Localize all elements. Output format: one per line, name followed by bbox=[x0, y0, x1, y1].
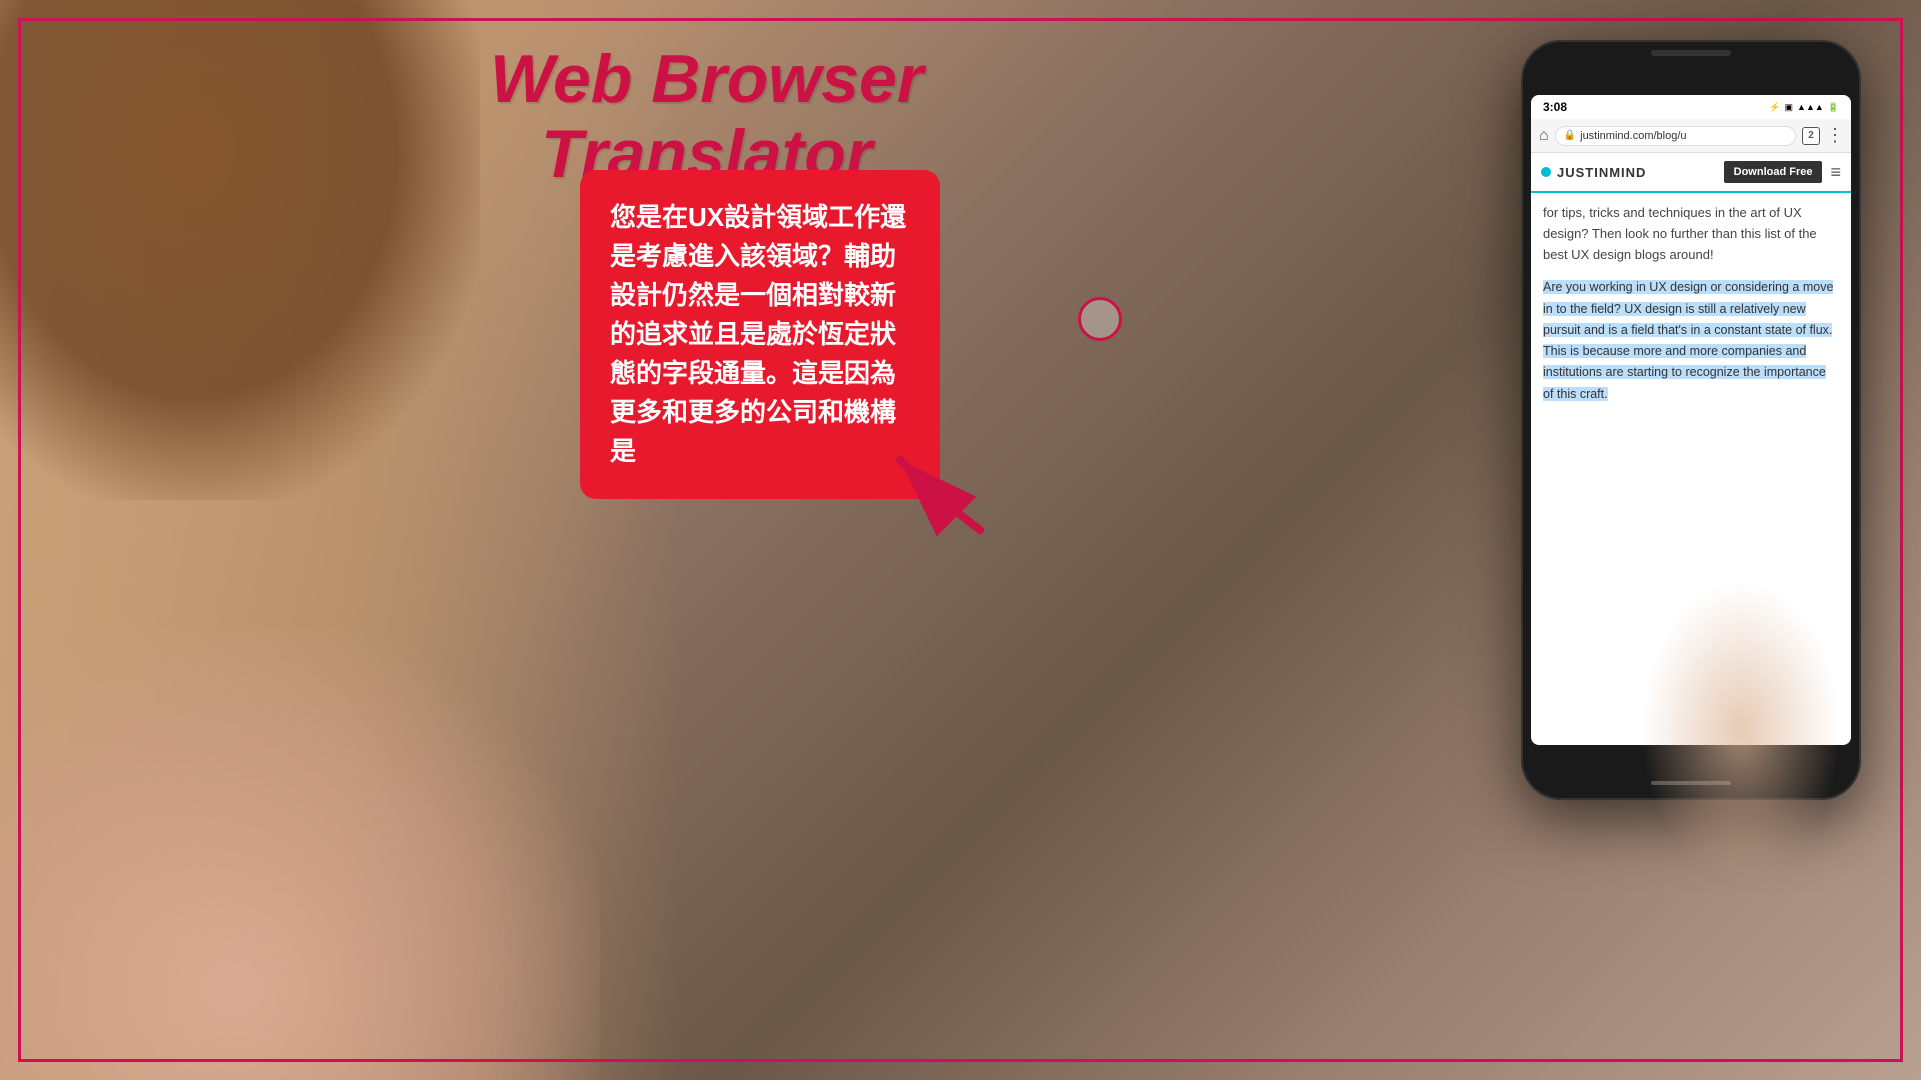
wifi-icon: ▲▲▲ bbox=[1797, 102, 1824, 112]
browser-chrome: ⌂ 🔒 justinmind.com/blog/u 2 ⋮ bbox=[1531, 119, 1851, 153]
url-text: justinmind.com/blog/u bbox=[1580, 130, 1686, 142]
nav-actions: Download Free ≡ bbox=[1724, 161, 1841, 183]
translation-text: 您是在UX設計領域工作還是考慮進入該領域？輔助設計仍然是一個相對較新的追求並且是… bbox=[610, 202, 906, 466]
tap-circle bbox=[1078, 297, 1122, 341]
title-line1: Web Browser bbox=[490, 42, 923, 117]
site-logo-area: JUSTINMIND bbox=[1541, 165, 1646, 180]
menu-dots[interactable]: ⋮ bbox=[1826, 125, 1843, 146]
lock-icon: 🔒 bbox=[1564, 130, 1576, 141]
home-icon[interactable]: ⌂ bbox=[1539, 127, 1549, 145]
highlighted-text-5: because more and bbox=[1583, 344, 1690, 358]
battery-icon: 🔋 bbox=[1828, 102, 1839, 113]
notification-icon: ⚡ bbox=[1769, 102, 1780, 113]
intro-partial: for tips, tricks and techniques in the a… bbox=[1543, 205, 1817, 262]
site-nav: JUSTINMIND Download Free ≡ bbox=[1531, 153, 1851, 193]
hamburger-icon[interactable]: ≡ bbox=[1830, 162, 1841, 183]
address-bar[interactable]: 🔒 justinmind.com/blog/u bbox=[1555, 126, 1796, 146]
download-free-button[interactable]: Download Free bbox=[1724, 161, 1823, 183]
site-logo-text: JUSTINMIND bbox=[1557, 165, 1646, 180]
highlighted-text-7: starting to bbox=[1627, 365, 1685, 379]
phone-notch bbox=[1651, 50, 1731, 56]
highlighted-text-and-is: and is bbox=[1584, 323, 1621, 337]
teal-dot bbox=[1541, 167, 1551, 177]
hair-overlay bbox=[0, 0, 480, 500]
site-intro-text: for tips, tricks and techniques in the a… bbox=[1543, 203, 1839, 265]
status-bar: 3:08 ⚡ ▣ ▲▲▲ 🔋 bbox=[1531, 95, 1851, 119]
arrow-container bbox=[880, 440, 1000, 540]
highlighted-text-3: a field that's in a constant state bbox=[1621, 323, 1796, 337]
arrow-icon bbox=[880, 440, 1010, 550]
tab-badge[interactable]: 2 bbox=[1802, 127, 1820, 145]
highlighted-paragraph[interactable]: Are you working in UX design or consider… bbox=[1543, 277, 1839, 405]
site-content: for tips, tricks and techniques in the a… bbox=[1531, 193, 1851, 415]
hand-area bbox=[1641, 580, 1841, 880]
status-time: 3:08 bbox=[1543, 100, 1567, 114]
status-icons: ⚡ ▣ ▲▲▲ 🔋 bbox=[1769, 102, 1839, 113]
sweater-overlay bbox=[0, 630, 600, 1080]
screenshot-icon: ▣ bbox=[1785, 102, 1794, 113]
